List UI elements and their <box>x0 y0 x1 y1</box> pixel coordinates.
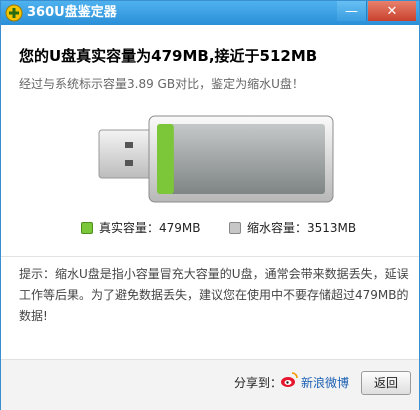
usb-contact-1 <box>125 142 133 148</box>
share-label: 分享到： <box>234 376 283 390</box>
close-icon: ✕ <box>386 3 398 19</box>
weibo-icon[interactable] <box>280 372 298 388</box>
capacity-empty <box>157 124 325 194</box>
divider <box>1 256 419 257</box>
app-window: 360U盘鉴定器 — ✕ 您的U盘真实容量为479MB,接近于512MB 经过与… <box>0 0 420 410</box>
legend-shrink-capacity: 缩水容量：3513MB <box>229 219 356 236</box>
weibo-share-link[interactable]: 新浪微博 <box>301 374 349 391</box>
app-logo-icon <box>5 4 23 22</box>
capacity-real-fill <box>157 124 174 194</box>
usb-drive-illustration <box>98 115 334 203</box>
usb-contact-2 <box>125 160 133 166</box>
tip-text: 提示：缩水U盘是指小容量冒充大容量的U盘，通常会带来数据丢失，延误工作等后果。为… <box>19 267 409 323</box>
usb-plug <box>98 129 152 179</box>
minimize-button[interactable]: — <box>337 1 367 21</box>
real-capacity-swatch <box>81 221 93 234</box>
title-bar[interactable]: 360U盘鉴定器 — ✕ <box>1 1 419 25</box>
footer-bar: 分享到： 新浪微博 返回 <box>1 359 419 410</box>
result-subline: 经过与系统标示容量3.89 GB对比，鉴定为缩水U盘！ <box>19 77 304 91</box>
minimize-icon: — <box>345 3 358 19</box>
legend-real-label: 真实容量：479MB <box>99 221 201 235</box>
result-headline: 您的U盘真实容量为479MB,接近于512MB <box>19 47 318 65</box>
back-button[interactable]: 返回 <box>361 371 411 395</box>
legend-shrink-label: 缩水容量：3513MB <box>247 221 357 235</box>
legend-real-capacity: 真实容量：479MB <box>81 219 201 236</box>
close-button[interactable]: ✕ <box>368 1 416 21</box>
shrink-capacity-swatch <box>229 221 241 234</box>
window-title: 360U盘鉴定器 <box>27 5 117 20</box>
